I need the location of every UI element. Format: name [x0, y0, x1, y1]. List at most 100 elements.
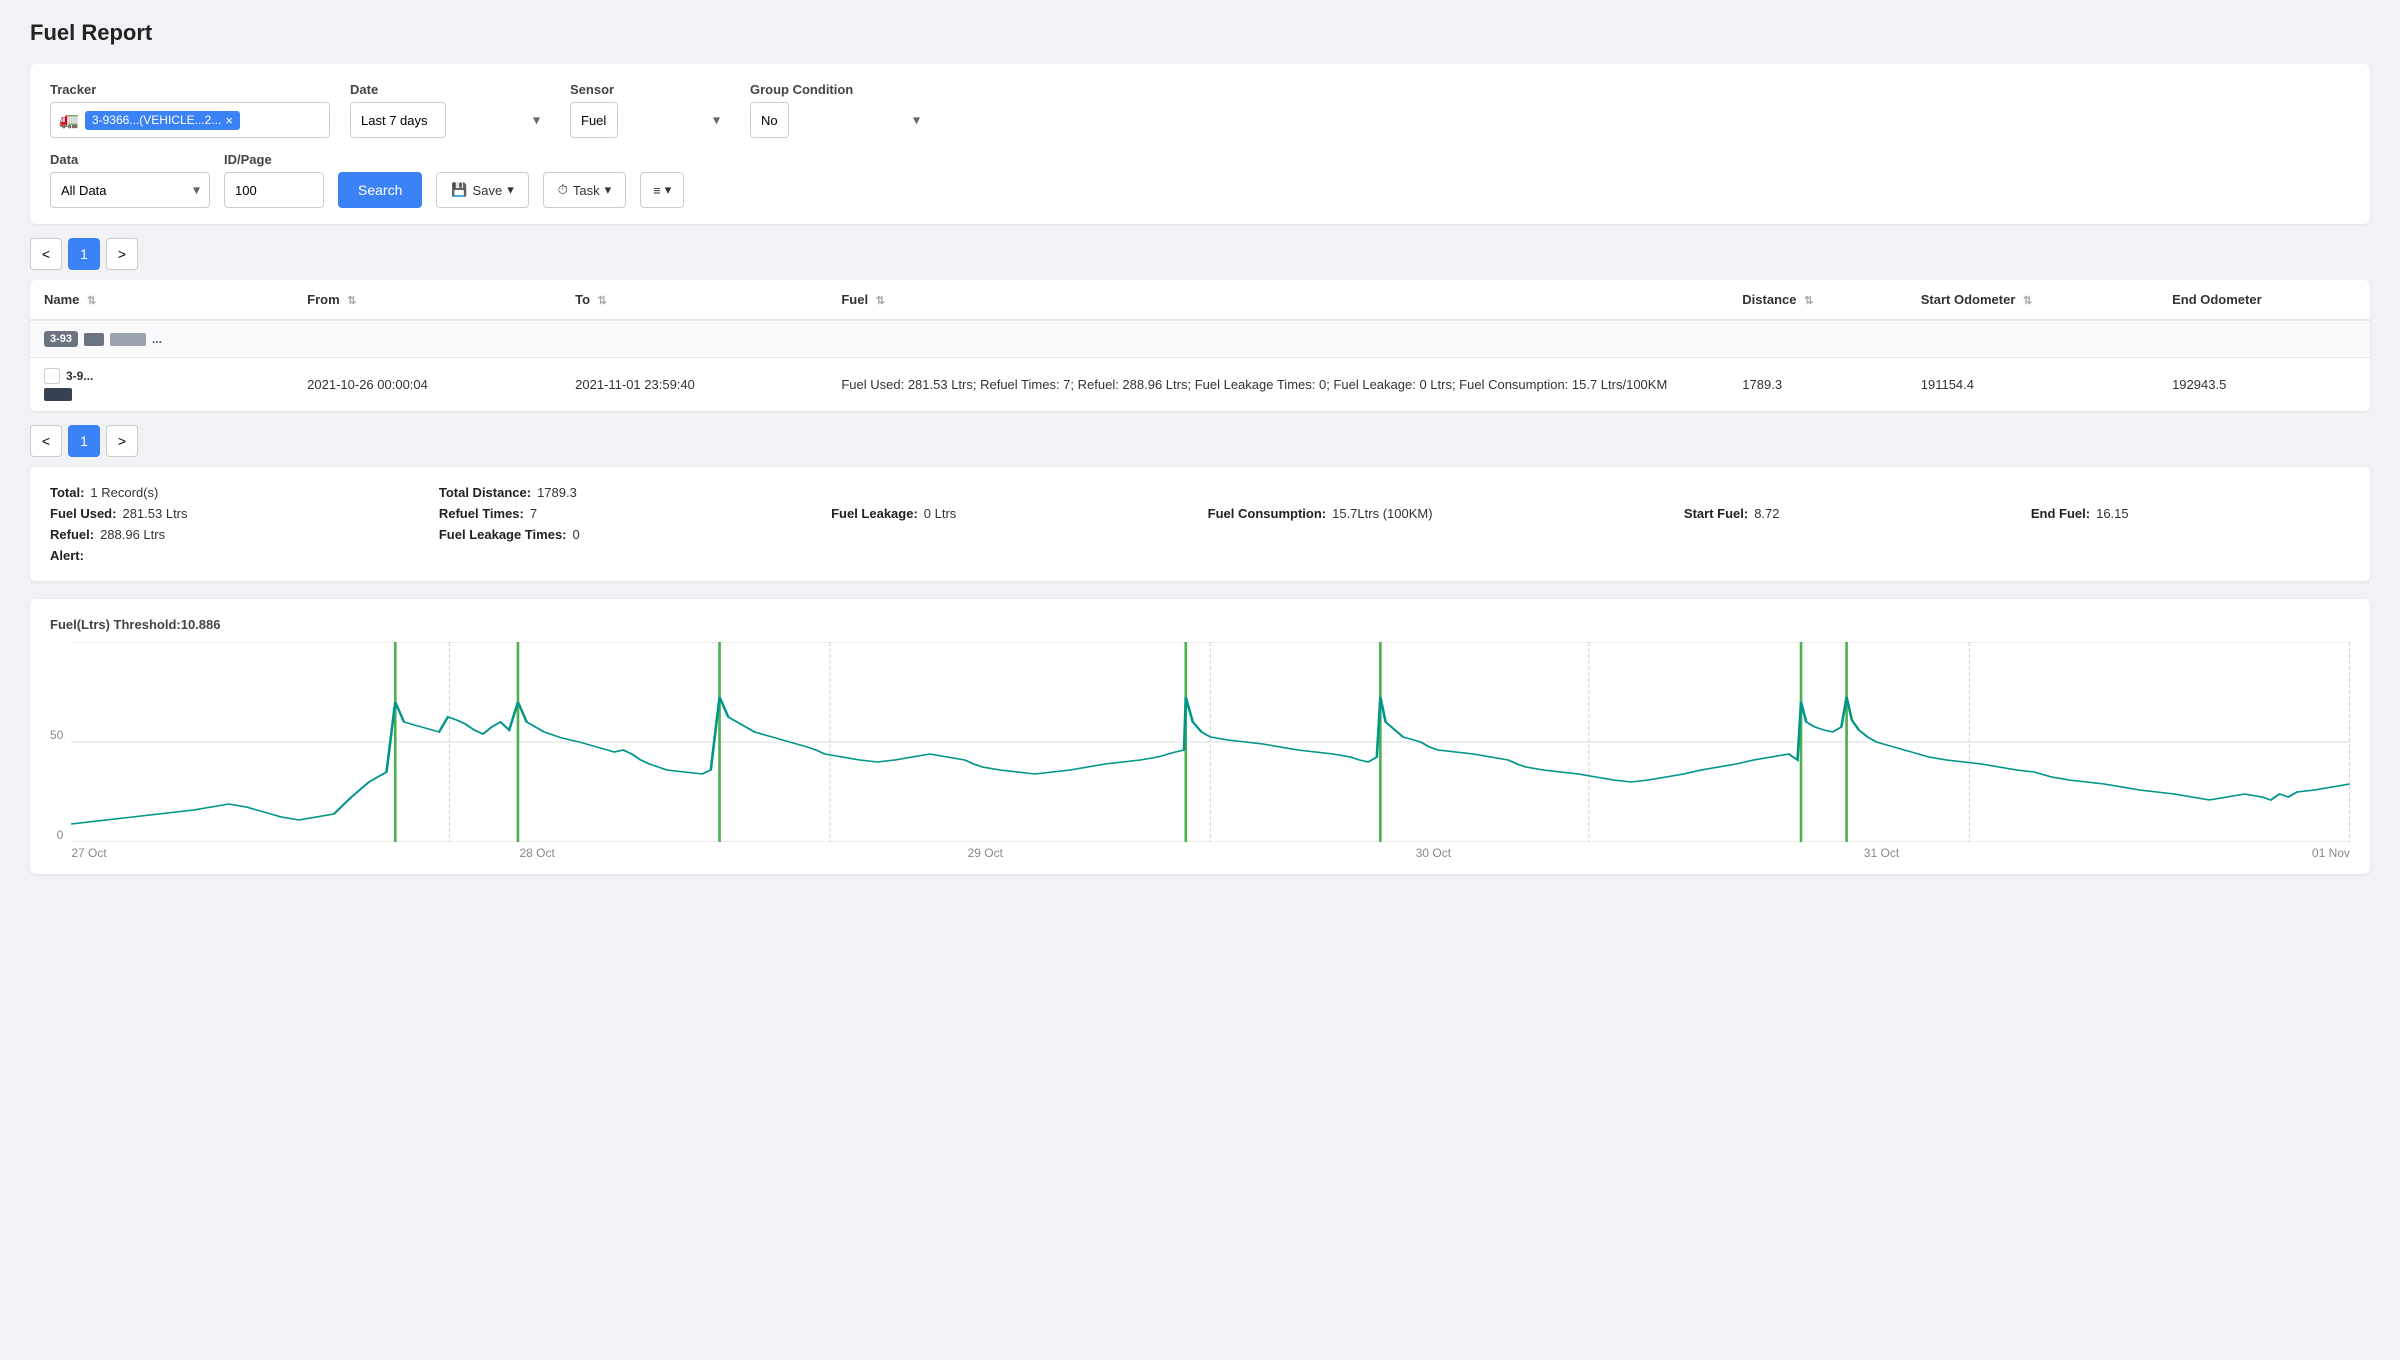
- data-to-cell: 2021-11-01 23:59:40: [561, 358, 827, 412]
- x-label-01nov: 01 Nov: [2312, 846, 2350, 860]
- group-dots: ...: [152, 332, 162, 346]
- table-section: Name ⇅ From ⇅ To ⇅ Fuel ⇅: [30, 280, 2370, 411]
- task-icon: ⏱: [558, 182, 568, 198]
- next-page-button-bottom[interactable]: >: [106, 425, 138, 457]
- y-label-0: 0: [57, 828, 64, 842]
- summary-fuel-leakage: Fuel Leakage: 0 Ltrs: [831, 506, 1178, 521]
- id-input[interactable]: [224, 172, 324, 208]
- menu-chevron-icon: ▾: [665, 182, 672, 198]
- search-button[interactable]: Search: [338, 172, 422, 208]
- group-select[interactable]: No: [750, 102, 789, 138]
- truck-icon: 🚛: [59, 110, 79, 130]
- tag-close-icon[interactable]: ×: [225, 113, 233, 128]
- save-chevron-icon: ▾: [507, 182, 514, 198]
- col-fuel: Fuel ⇅: [827, 280, 1728, 320]
- data-wrap: All Data: [50, 172, 210, 208]
- save-button[interactable]: 💾 Save ▾: [436, 172, 528, 208]
- x-label-31oct: 31 Oct: [1864, 846, 1899, 860]
- fuel-chart: [71, 642, 2350, 842]
- y-label-50: 50: [50, 728, 63, 742]
- menu-icon: ≡: [653, 183, 661, 198]
- date-group: Date Last 7 days Last 30 days Custom: [350, 82, 550, 138]
- col-end-odometer: End Odometer: [2158, 280, 2370, 320]
- group-name-cell: 3-93 ...: [30, 320, 293, 358]
- summary-start-fuel: Start Fuel: 8.72: [1684, 506, 2001, 521]
- chart-title: Fuel(Ltrs) Threshold:10.886: [50, 617, 2350, 632]
- summary-refuel-times: Refuel Times: 7: [439, 506, 801, 521]
- summary-fuel-leakage-times: Fuel Leakage Times: 0: [439, 527, 801, 542]
- data-name-cell: 3-9...: [30, 358, 293, 412]
- sort-fuel-icon[interactable]: ⇅: [876, 295, 885, 307]
- group-name-text: 3-93: [44, 331, 78, 347]
- col-name: Name ⇅: [30, 280, 293, 320]
- sort-from-icon[interactable]: ⇅: [347, 295, 356, 307]
- pagination-top: < 1 >: [30, 238, 2370, 270]
- x-label-30oct: 30 Oct: [1416, 846, 1451, 860]
- x-label-28oct: 28 Oct: [519, 846, 554, 860]
- row-checkbox[interactable]: [44, 368, 60, 384]
- group-condition-label: Group Condition: [750, 82, 930, 97]
- tracker-tag[interactable]: 3-9366...(VEHICLE...2... ×: [85, 111, 240, 130]
- summary-end-fuel: End Fuel: 16.15: [2031, 506, 2350, 521]
- sort-to-icon[interactable]: ⇅: [598, 295, 607, 307]
- group-icon1: [84, 333, 104, 346]
- summary-section: Total: 1 Record(s) Total Distance: 1789.…: [30, 467, 2370, 581]
- sensor-group: Sensor Fuel: [570, 82, 730, 138]
- data-distance-cell: 1789.3: [1728, 358, 1906, 412]
- col-to: To ⇅: [561, 280, 827, 320]
- summary-alert: Alert:: [50, 548, 409, 563]
- prev-page-button[interactable]: <: [30, 238, 62, 270]
- tracker-input[interactable]: 🚛 3-9366...(VEHICLE...2... ×: [50, 102, 330, 138]
- next-page-button[interactable]: >: [106, 238, 138, 270]
- date-wrap: Last 7 days Last 30 days Custom: [350, 102, 550, 138]
- save-icon: 💾: [451, 182, 467, 198]
- current-page-button-bottom[interactable]: 1: [68, 425, 100, 457]
- task-button[interactable]: ⏱ Task ▾: [543, 172, 626, 208]
- data-label: Data: [50, 152, 210, 167]
- page-title: Fuel Report: [30, 20, 2370, 46]
- table-row: 3-9... 2021-10-26 00:00:04 2021-11-01 23…: [30, 358, 2370, 412]
- sensor-wrap: Fuel: [570, 102, 730, 138]
- sensor-label: Sensor: [570, 82, 730, 97]
- x-label-27oct: 27 Oct: [71, 846, 106, 860]
- current-page-button[interactable]: 1: [68, 238, 100, 270]
- id-group: ID/Page: [224, 152, 324, 208]
- sort-name-icon[interactable]: ⇅: [87, 295, 96, 307]
- tracker-label: Tracker: [50, 82, 330, 97]
- id-label: ID/Page: [224, 152, 324, 167]
- task-chevron-icon: ▾: [605, 182, 612, 198]
- pagination-bottom: < 1 >: [30, 425, 2370, 457]
- date-label: Date: [350, 82, 550, 97]
- group-wrap: No: [750, 102, 930, 138]
- prev-page-button-bottom[interactable]: <: [30, 425, 62, 457]
- sort-start-odo-icon[interactable]: ⇅: [2023, 295, 2032, 307]
- col-distance: Distance ⇅: [1728, 280, 1906, 320]
- data-from-cell: 2021-10-26 00:00:04: [293, 358, 561, 412]
- summary-fuel-consumption: Fuel Consumption: 15.7Ltrs (100KM): [1208, 506, 1654, 521]
- data-table: Name ⇅ From ⇅ To ⇅ Fuel ⇅: [30, 280, 2370, 411]
- row-name: 3-9...: [66, 369, 93, 383]
- summary-refuel: Refuel: 288.96 Ltrs: [50, 527, 409, 542]
- col-start-odometer: Start Odometer ⇅: [1907, 280, 2158, 320]
- data-end-odometer-cell: 192943.5: [2158, 358, 2370, 412]
- col-from: From ⇅: [293, 280, 561, 320]
- summary-total: Total: 1 Record(s): [50, 485, 409, 500]
- group-icon2: [110, 333, 146, 346]
- chart-section: Fuel(Ltrs) Threshold:10.886 50 0: [30, 599, 2370, 874]
- table-row-group: 3-93 ...: [30, 320, 2370, 358]
- row-icon1: [44, 388, 72, 401]
- data-select[interactable]: All Data: [50, 172, 210, 208]
- data-fuel-cell: Fuel Used: 281.53 Ltrs; Refuel Times: 7;…: [827, 358, 1728, 412]
- tracker-group: Tracker 🚛 3-9366...(VEHICLE...2... ×: [50, 82, 330, 138]
- sort-distance-icon[interactable]: ⇅: [1804, 295, 1813, 307]
- summary-total-distance: Total Distance: 1789.3: [439, 485, 801, 500]
- filter-section: Tracker 🚛 3-9366...(VEHICLE...2... × Dat…: [30, 64, 2370, 224]
- menu-button[interactable]: ≡ ▾: [640, 172, 684, 208]
- x-label-29oct: 29 Oct: [968, 846, 1003, 860]
- sensor-select[interactable]: Fuel: [570, 102, 618, 138]
- date-select[interactable]: Last 7 days Last 30 days Custom: [350, 102, 446, 138]
- summary-fuel-used: Fuel Used: 281.53 Ltrs: [50, 506, 409, 521]
- group-condition-group: Group Condition No: [750, 82, 930, 138]
- data-group: Data All Data: [50, 152, 210, 208]
- data-start-odometer-cell: 191154.4: [1907, 358, 2158, 412]
